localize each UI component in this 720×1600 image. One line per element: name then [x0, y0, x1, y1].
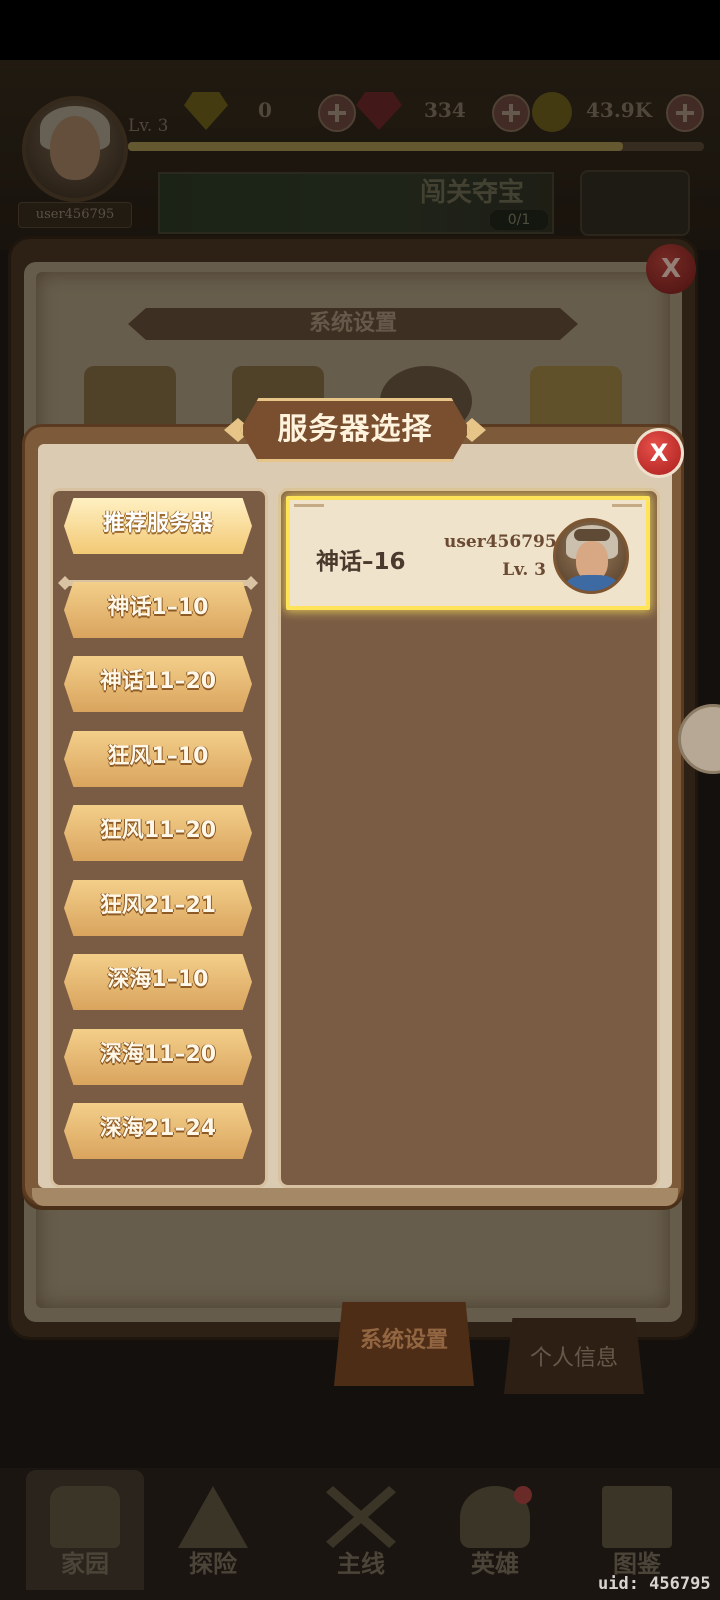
nav-explore[interactable]: 探险 [154, 1478, 272, 1588]
nav-main-quest-label: 主线 [337, 1550, 385, 1578]
server-name: 神话–16 [316, 549, 406, 575]
server-group-label: 狂风1–10 [107, 744, 209, 769]
crossed-swords-icon [326, 1486, 396, 1548]
notification-dot [514, 1486, 532, 1504]
player-uid: uid: 456795 [598, 1574, 711, 1594]
server-dialog-title: 服务器选择 [277, 412, 433, 447]
server-dialog-close-button[interactable]: X [634, 428, 684, 478]
nav-codex[interactable]: 图鉴 [578, 1478, 696, 1588]
card-corner-ornament [294, 504, 324, 525]
server-dialog-base [32, 1188, 678, 1206]
recommended-servers-label: 推荐服务器 [102, 511, 213, 536]
server-player-avatar [553, 518, 629, 594]
mountain-icon [178, 1486, 248, 1548]
castle-icon [50, 1486, 120, 1548]
server-group-label: 神话1–10 [107, 595, 209, 620]
nav-explore-label: 探险 [189, 1550, 237, 1578]
nav-heroes-label: 英雄 [471, 1550, 519, 1578]
server-group-label: 深海11–20 [99, 1042, 217, 1067]
nav-main-quest[interactable]: 主线 [302, 1478, 420, 1588]
server-player-level: Lv. 3 [502, 560, 546, 580]
nav-home-label: 家园 [61, 1550, 109, 1578]
card-corner-ornament [612, 504, 642, 525]
server-username: user456795 [444, 532, 557, 552]
server-group-label: 深海1–10 [107, 967, 209, 992]
server-group-label: 深海21–24 [99, 1116, 217, 1141]
nav-home[interactable]: 家园 [26, 1478, 144, 1588]
server-group-label: 狂风21–21 [99, 893, 217, 918]
server-group-label: 狂风11–20 [99, 818, 217, 843]
avatar-goggles [574, 529, 610, 541]
server-group-label: 神话11–20 [99, 669, 217, 694]
nav-heroes[interactable]: 英雄 [436, 1478, 554, 1588]
book-icon [602, 1486, 672, 1548]
system-status-bar [0, 0, 720, 60]
